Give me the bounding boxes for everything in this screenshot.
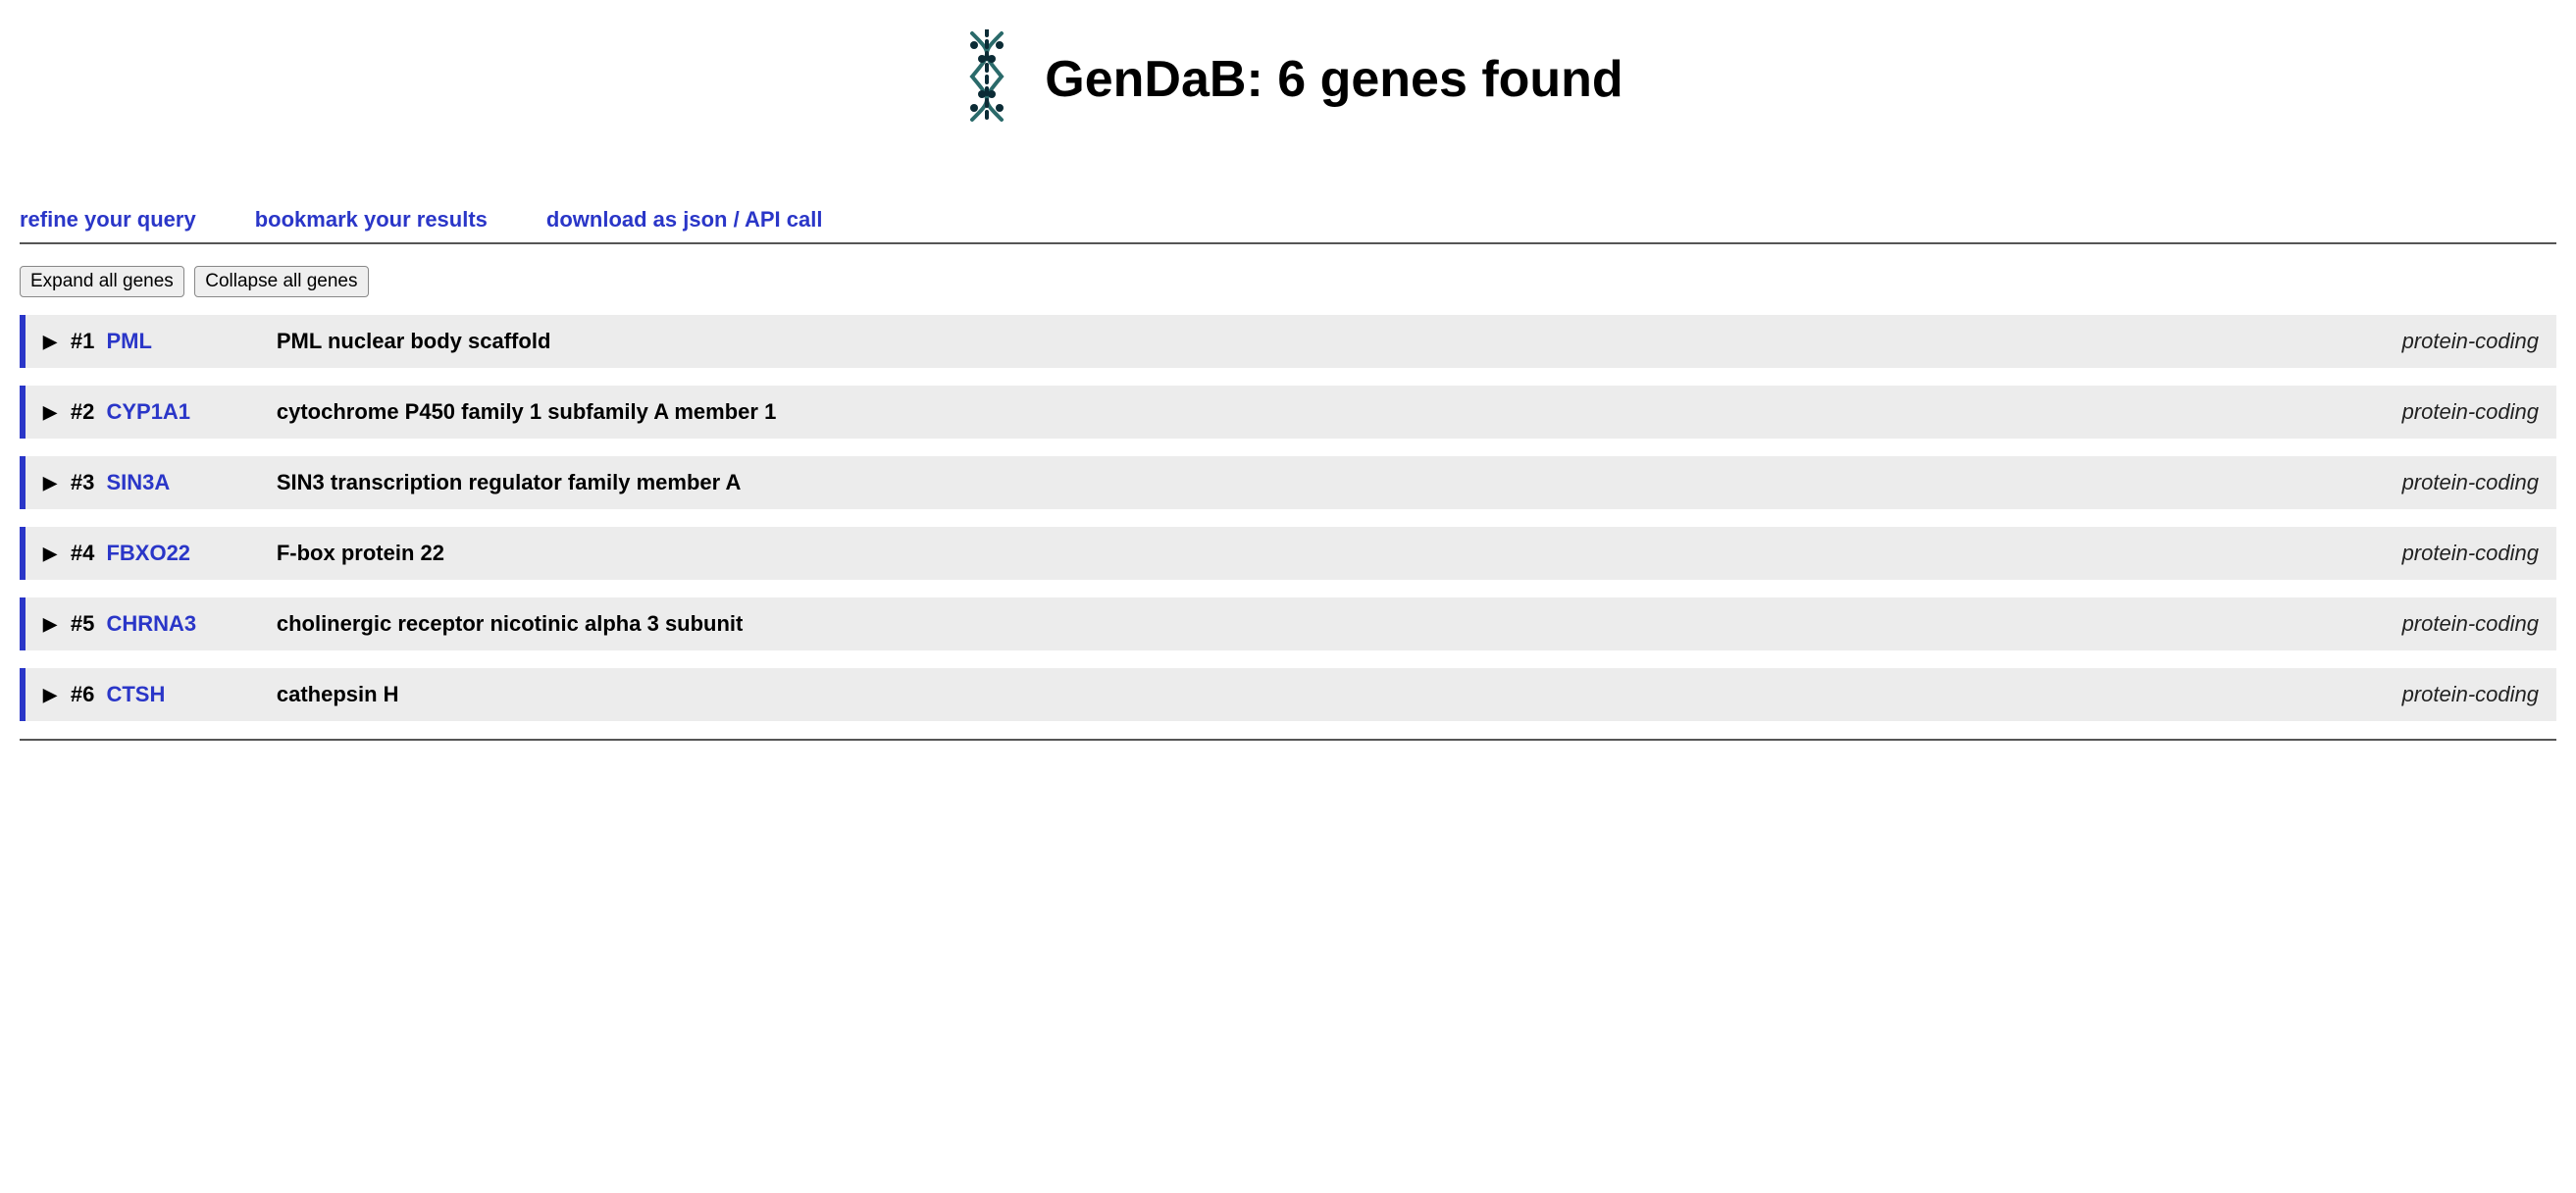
gene-description: cytochrome P450 family 1 subfamily A mem… <box>277 399 2402 425</box>
gene-row[interactable]: ▶ #3 SIN3A SIN3 transcription regulator fa… <box>20 456 2556 509</box>
gene-index: #1 <box>71 329 94 354</box>
gene-description: PML nuclear body scaffold <box>277 329 2402 354</box>
gene-type: protein-coding <box>2402 399 2539 425</box>
gene-row[interactable]: ▶ #4 FBXO22 F-box protein 22protein-coding <box>20 527 2556 580</box>
logo-dna-icon <box>953 29 1021 129</box>
bookmark-link[interactable]: bookmark your results <box>255 207 488 233</box>
gene-row[interactable]: ▶ #1 PML PML nuclear body scaffoldprotein-… <box>20 315 2556 368</box>
gene-symbol-link[interactable]: FBXO22 <box>106 541 224 566</box>
gene-type: protein-coding <box>2402 611 2539 637</box>
action-links: refine your query bookmark your results … <box>20 207 2556 244</box>
gene-description: SIN3 transcription regulator family memb… <box>277 470 2402 495</box>
bottom-divider <box>20 739 2556 741</box>
gene-list: ▶#1 PMLPML nuclear body scaffoldprotein-… <box>20 315 2556 721</box>
gene-type: protein-coding <box>2402 329 2539 354</box>
gene-type: protein-coding <box>2402 541 2539 566</box>
gene-index: #3 <box>71 470 94 495</box>
gene-index: #2 <box>71 399 94 425</box>
disclosure-triangle-icon[interactable]: ▶ <box>43 614 57 635</box>
gene-index: #5 <box>71 611 94 637</box>
gene-description: cholinergic receptor nicotinic alpha 3 s… <box>277 611 2402 637</box>
download-json-link[interactable]: download as json / API call <box>546 207 823 233</box>
expand-all-button[interactable]: Expand all genes <box>20 266 184 297</box>
gene-index: #4 <box>71 541 94 566</box>
gene-symbol-link[interactable]: CHRNA3 <box>106 611 224 637</box>
gene-type: protein-coding <box>2402 470 2539 495</box>
disclosure-triangle-icon[interactable]: ▶ <box>43 544 57 564</box>
gene-row[interactable]: ▶ #2 CYP1A1 cytochrome P450 family 1 subfa… <box>20 386 2556 439</box>
gene-symbol-link[interactable]: CTSH <box>106 682 224 707</box>
gene-index: #6 <box>71 682 94 707</box>
gene-row[interactable]: ▶ #5 CHRNA3 cholinergic receptor nicotinic… <box>20 597 2556 650</box>
page-title: GenDaB: 6 genes found <box>1045 50 1623 109</box>
gene-description: cathepsin H <box>277 682 2402 707</box>
gene-description: F-box protein 22 <box>277 541 2402 566</box>
disclosure-triangle-icon[interactable]: ▶ <box>43 402 57 423</box>
collapse-all-button[interactable]: Collapse all genes <box>194 266 368 297</box>
refine-query-link[interactable]: refine your query <box>20 207 196 233</box>
gene-type: protein-coding <box>2402 682 2539 707</box>
gene-symbol-link[interactable]: SIN3A <box>106 470 224 495</box>
page-header: GenDaB: 6 genes found <box>20 29 2556 129</box>
gene-symbol-link[interactable]: CYP1A1 <box>106 399 224 425</box>
disclosure-triangle-icon[interactable]: ▶ <box>43 332 57 352</box>
gene-row[interactable]: ▶ #6 CTSH cathepsin Hprotein-coding <box>20 668 2556 721</box>
disclosure-triangle-icon[interactable]: ▶ <box>43 473 57 493</box>
disclosure-triangle-icon[interactable]: ▶ <box>43 685 57 705</box>
expand-collapse-controls: Expand all genes Collapse all genes <box>20 266 2556 297</box>
gene-symbol-link[interactable]: PML <box>106 329 224 354</box>
